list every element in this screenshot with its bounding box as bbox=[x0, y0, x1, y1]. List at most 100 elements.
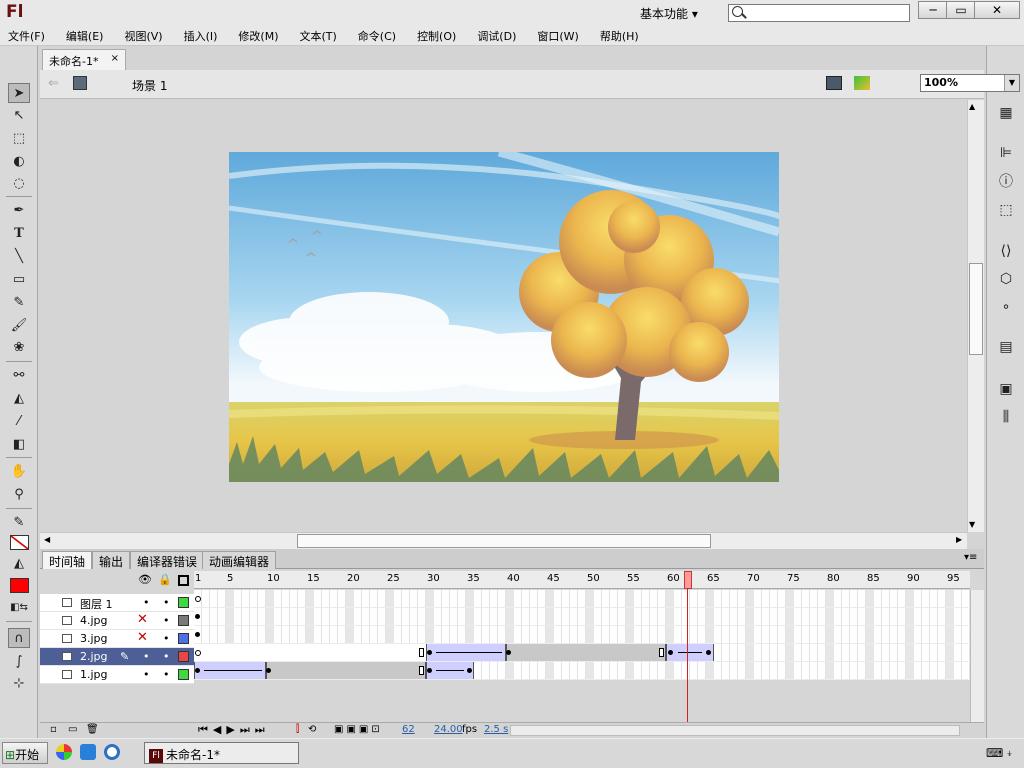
stroke-color-pencil-icon[interactable]: ✎ bbox=[8, 513, 30, 533]
free-transform-tool-icon[interactable]: ⬚ bbox=[8, 129, 30, 149]
workspace-switcher[interactable]: 基本功能 ▾ bbox=[634, 2, 714, 24]
timeline-horizontal-scrollbar[interactable] bbox=[510, 725, 960, 736]
elapsed-time[interactable]: 2.5 s bbox=[484, 724, 508, 735]
menu-modify[interactable]: 修改(M) bbox=[238, 28, 278, 44]
current-frame[interactable]: 62 bbox=[402, 724, 415, 735]
layer-row[interactable]: 2.jpg ✎ • • bbox=[40, 648, 194, 666]
visibility-dot[interactable]: • bbox=[143, 668, 150, 681]
straighten-icon[interactable]: ⊹ bbox=[8, 674, 30, 694]
menu-commands[interactable]: 命令(C) bbox=[358, 28, 396, 44]
library-panel-icon[interactable]: ⫼ bbox=[997, 408, 1015, 426]
stage-vertical-scrollbar[interactable]: ▲ ▼ bbox=[967, 100, 984, 532]
smooth-icon[interactable]: ∫ bbox=[8, 652, 30, 672]
layer-name[interactable]: 2.jpg bbox=[80, 650, 108, 663]
3d-rotation-tool-icon[interactable]: ◐ bbox=[8, 152, 30, 172]
hand-tool-icon[interactable]: ✋ bbox=[8, 462, 30, 482]
frames-grid[interactable] bbox=[194, 590, 970, 680]
eraser-tool-icon[interactable]: ◧ bbox=[8, 435, 30, 455]
layer-row[interactable]: 3.jpg ✕ • bbox=[40, 630, 194, 648]
layer-name[interactable]: 3.jpg bbox=[80, 632, 108, 645]
settings-icon[interactable] bbox=[104, 744, 120, 760]
bone-tool-icon[interactable]: ⚯ bbox=[8, 366, 30, 386]
menu-view[interactable]: 视图(V) bbox=[124, 28, 162, 44]
layer-row[interactable]: 图层 1 • • bbox=[40, 594, 194, 612]
tray-network-icon[interactable]: ⍖ bbox=[1006, 746, 1013, 761]
properties-panel-icon[interactable]: ▣ bbox=[997, 380, 1015, 398]
project-panel-icon[interactable]: ▤ bbox=[997, 338, 1015, 356]
layer-row[interactable]: 4.jpg ✕ • bbox=[40, 612, 194, 630]
paint-bucket-tool-icon[interactable]: ◭ bbox=[8, 389, 30, 409]
tab-timeline[interactable]: 时间轴 bbox=[42, 551, 93, 569]
menu-debug[interactable]: 调试(D) bbox=[477, 28, 516, 44]
back-arrow-icon[interactable]: ⇐ bbox=[48, 76, 59, 91]
deco-tool-icon[interactable]: ❀ bbox=[8, 338, 30, 358]
lasso-tool-icon[interactable]: ◌ bbox=[8, 174, 30, 194]
delete-layer-icon[interactable]: 🗑 bbox=[86, 724, 99, 735]
stage-horizontal-scrollbar[interactable]: ◀ ▶ bbox=[40, 532, 967, 549]
lock-dot[interactable]: • bbox=[163, 650, 170, 663]
pen-tool-icon[interactable]: ✒ bbox=[8, 201, 30, 221]
outline-icon[interactable] bbox=[178, 575, 189, 586]
lock-dot[interactable]: • bbox=[163, 614, 170, 627]
playback-controls[interactable]: ⏮◀▶⏭⏭ bbox=[198, 723, 270, 737]
menu-control[interactable]: 控制(O) bbox=[417, 28, 456, 44]
rectangle-tool-icon[interactable]: ▭ bbox=[8, 270, 30, 290]
hidden-x-icon[interactable]: ✕ bbox=[137, 630, 148, 645]
outline-color-box[interactable] bbox=[178, 651, 189, 662]
hidden-x-icon[interactable]: ✕ bbox=[137, 612, 148, 627]
media-player-icon[interactable] bbox=[56, 744, 72, 760]
chevron-down-icon[interactable]: ▼ bbox=[1004, 75, 1019, 91]
browser-icon[interactable] bbox=[80, 744, 96, 760]
selection-tool-icon[interactable]: ➤ bbox=[8, 83, 30, 103]
lock-dot[interactable]: • bbox=[163, 632, 170, 645]
fill-color-bucket-icon[interactable]: ◭ bbox=[8, 554, 30, 574]
scroll-down-icon[interactable]: ▼ bbox=[969, 520, 975, 529]
edit-scene-icon[interactable] bbox=[826, 76, 842, 90]
components-panel-icon[interactable]: ⬡ bbox=[997, 270, 1015, 288]
outline-color-box[interactable] bbox=[178, 669, 189, 680]
document-tab[interactable]: 未命名-1* × bbox=[42, 49, 126, 70]
tab-output[interactable]: 输出 bbox=[92, 551, 131, 569]
menu-file[interactable]: 文件(F) bbox=[8, 28, 45, 44]
outline-color-box[interactable] bbox=[178, 615, 189, 626]
brush-tool-icon[interactable]: 🖌 bbox=[8, 316, 30, 336]
help-search-input[interactable] bbox=[728, 4, 910, 22]
lock-dot[interactable]: • bbox=[163, 596, 170, 609]
taskbar-app-flash[interactable]: Fl 未命名-1* bbox=[144, 742, 299, 764]
motion-presets-icon[interactable]: ∘ bbox=[997, 298, 1015, 316]
line-tool-icon[interactable]: ╲ bbox=[8, 247, 30, 267]
stage-autumn-tree-image[interactable] bbox=[229, 152, 779, 482]
horizontal-scroll-thumb[interactable] bbox=[297, 534, 711, 548]
info-panel-icon[interactable]: ⓘ bbox=[997, 173, 1015, 191]
stroke-color-swatch[interactable] bbox=[10, 535, 29, 550]
subselection-tool-icon[interactable]: ↖ bbox=[8, 106, 30, 126]
zoom-select[interactable]: 100% ▼ bbox=[920, 74, 1020, 92]
layer-name[interactable]: 图层 1 bbox=[80, 596, 113, 612]
vertical-scroll-thumb[interactable] bbox=[969, 263, 983, 355]
menu-text[interactable]: 文本(T) bbox=[299, 28, 336, 44]
snap-to-objects-icon[interactable]: ∩ bbox=[8, 628, 30, 648]
scroll-left-icon[interactable]: ◀ bbox=[44, 535, 50, 544]
align-panel-icon[interactable]: ⊫ bbox=[997, 144, 1015, 162]
menu-window[interactable]: 窗口(W) bbox=[537, 28, 578, 44]
center-frame-icon[interactable]: ⫿ bbox=[296, 724, 299, 735]
edit-symbols-icon[interactable] bbox=[854, 76, 870, 90]
minimize-button[interactable]: ─ bbox=[918, 1, 948, 19]
tab-compiler-errors[interactable]: 编译器错误 bbox=[130, 551, 205, 569]
start-button[interactable]: ⊞开始 bbox=[2, 742, 48, 764]
transform-panel-icon[interactable]: ⬚ bbox=[997, 201, 1015, 219]
pencil-tool-icon[interactable]: ✎ bbox=[8, 293, 30, 313]
fill-color-swatch[interactable] bbox=[10, 578, 29, 593]
new-layer-icon[interactable]: ▫ bbox=[50, 724, 57, 735]
loop-icon[interactable]: ⟲ bbox=[308, 724, 316, 735]
show-hide-eye-icon[interactable]: 👁 bbox=[138, 573, 152, 586]
menu-help[interactable]: 帮助(H) bbox=[600, 28, 639, 44]
scroll-up-icon[interactable]: ▲ bbox=[969, 102, 975, 111]
menu-insert[interactable]: 插入(I) bbox=[184, 28, 218, 44]
onion-skin-icons[interactable]: ▣▣▣⊡ bbox=[334, 724, 383, 735]
layer-row[interactable]: 1.jpg • • bbox=[40, 666, 194, 684]
tab-motion-editor[interactable]: 动画编辑器 bbox=[202, 551, 277, 569]
layer-name[interactable]: 1.jpg bbox=[80, 668, 108, 681]
close-window-button[interactable]: ✕ bbox=[974, 1, 1020, 19]
menu-edit[interactable]: 编辑(E) bbox=[66, 28, 104, 44]
